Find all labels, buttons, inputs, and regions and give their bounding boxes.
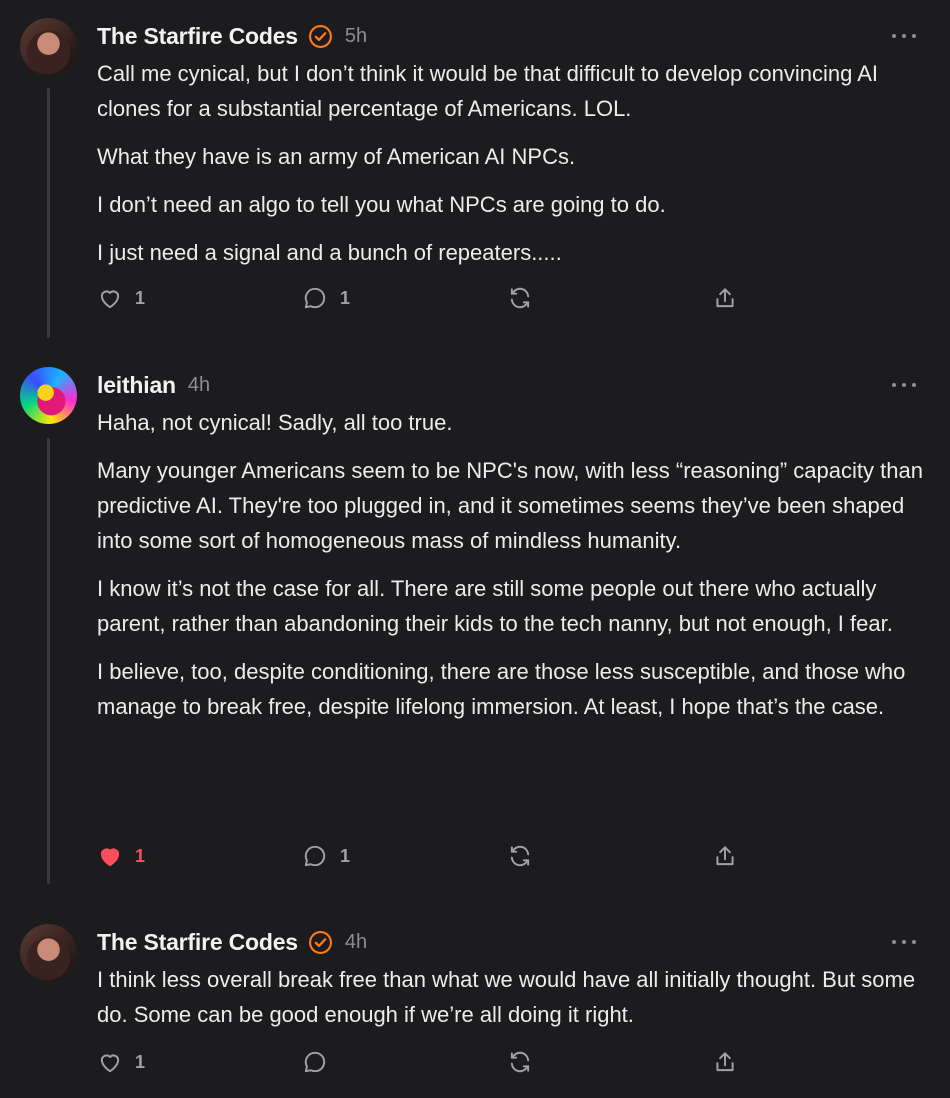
comment-paragraph: I believe, too, despite conditioning, th… bbox=[97, 659, 906, 719]
restack-icon bbox=[510, 287, 530, 309]
comment-header: The Starfire Codes 5h bbox=[97, 18, 367, 54]
verified-badge-icon bbox=[308, 930, 333, 955]
comment-paragraph: What they have is an army of American AI… bbox=[97, 144, 576, 169]
comment-paragraph: I know it’s not the case for all. There … bbox=[97, 576, 893, 636]
action-bar: 1 bbox=[97, 1047, 747, 1077]
reply-button[interactable]: 1 bbox=[302, 841, 350, 871]
comment-icon bbox=[304, 287, 326, 309]
like-count: 1 bbox=[135, 1051, 146, 1072]
share-icon bbox=[716, 846, 734, 866]
timestamp: 4h bbox=[187, 373, 211, 396]
comment-header: leithian 4h bbox=[97, 367, 210, 403]
restack-button[interactable] bbox=[507, 1047, 533, 1077]
verified-badge-icon bbox=[308, 24, 333, 49]
like-button[interactable]: 1 bbox=[97, 1047, 145, 1077]
comment-count: 1 bbox=[340, 287, 351, 308]
thread-line bbox=[47, 438, 50, 884]
restack-button[interactable] bbox=[507, 283, 533, 313]
author-name[interactable]: The Starfire Codes bbox=[97, 929, 298, 956]
reply-button[interactable] bbox=[302, 1047, 328, 1077]
comment-body: Call me cynical, but I don’t think it wo… bbox=[97, 56, 927, 283]
more-options-icon[interactable] bbox=[892, 932, 916, 952]
comment-paragraph: Many younger Americans seem to be NPC's … bbox=[97, 458, 923, 553]
timestamp: 4h bbox=[344, 930, 368, 953]
timestamp: 5h bbox=[344, 24, 368, 47]
share-icon bbox=[716, 1052, 734, 1072]
like-button[interactable]: 1 bbox=[97, 283, 145, 313]
more-options-icon[interactable] bbox=[892, 26, 916, 46]
like-button[interactable]: 1 bbox=[97, 841, 145, 871]
share-button[interactable] bbox=[712, 1047, 738, 1077]
avatar[interactable] bbox=[20, 18, 77, 75]
reply-button[interactable]: 1 bbox=[302, 283, 350, 313]
more-options-icon[interactable] bbox=[892, 375, 916, 395]
share-button[interactable] bbox=[712, 841, 738, 871]
thread-line bbox=[47, 88, 50, 338]
restack-icon bbox=[510, 1051, 530, 1073]
share-icon bbox=[716, 288, 734, 308]
comment-body: I think less overall break free than wha… bbox=[97, 962, 927, 1045]
comment-paragraph: I think less overall break free than wha… bbox=[97, 967, 916, 1027]
comment-paragraph: Haha, not cynical! Sadly, all too true. bbox=[97, 410, 453, 435]
like-count: 1 bbox=[135, 845, 146, 866]
action-bar: 1 1 bbox=[97, 841, 747, 871]
comment-body: Haha, not cynical! Sadly, all too true. … bbox=[97, 405, 927, 737]
avatar[interactable] bbox=[20, 924, 77, 981]
heart-icon bbox=[100, 290, 120, 309]
comment-icon bbox=[304, 845, 326, 867]
action-bar: 1 1 bbox=[97, 283, 747, 313]
share-button[interactable] bbox=[712, 283, 738, 313]
avatar[interactable] bbox=[20, 367, 77, 424]
author-name[interactable]: The Starfire Codes bbox=[97, 23, 298, 50]
author-name[interactable]: leithian bbox=[97, 372, 176, 399]
restack-button[interactable] bbox=[507, 841, 533, 871]
comment-header: The Starfire Codes 4h bbox=[97, 924, 367, 960]
like-count: 1 bbox=[135, 287, 146, 308]
comment-paragraph: I just need a signal and a bunch of repe… bbox=[97, 240, 562, 265]
comment-icon bbox=[304, 1051, 326, 1073]
comment-paragraph: Call me cynical, but I don’t think it wo… bbox=[97, 61, 879, 121]
restack-icon bbox=[510, 845, 530, 867]
heart-filled-icon bbox=[100, 848, 120, 867]
comment-count: 1 bbox=[340, 845, 351, 866]
comment-paragraph: I don’t need an algo to tell you what NP… bbox=[97, 192, 666, 217]
heart-icon bbox=[100, 1054, 120, 1073]
